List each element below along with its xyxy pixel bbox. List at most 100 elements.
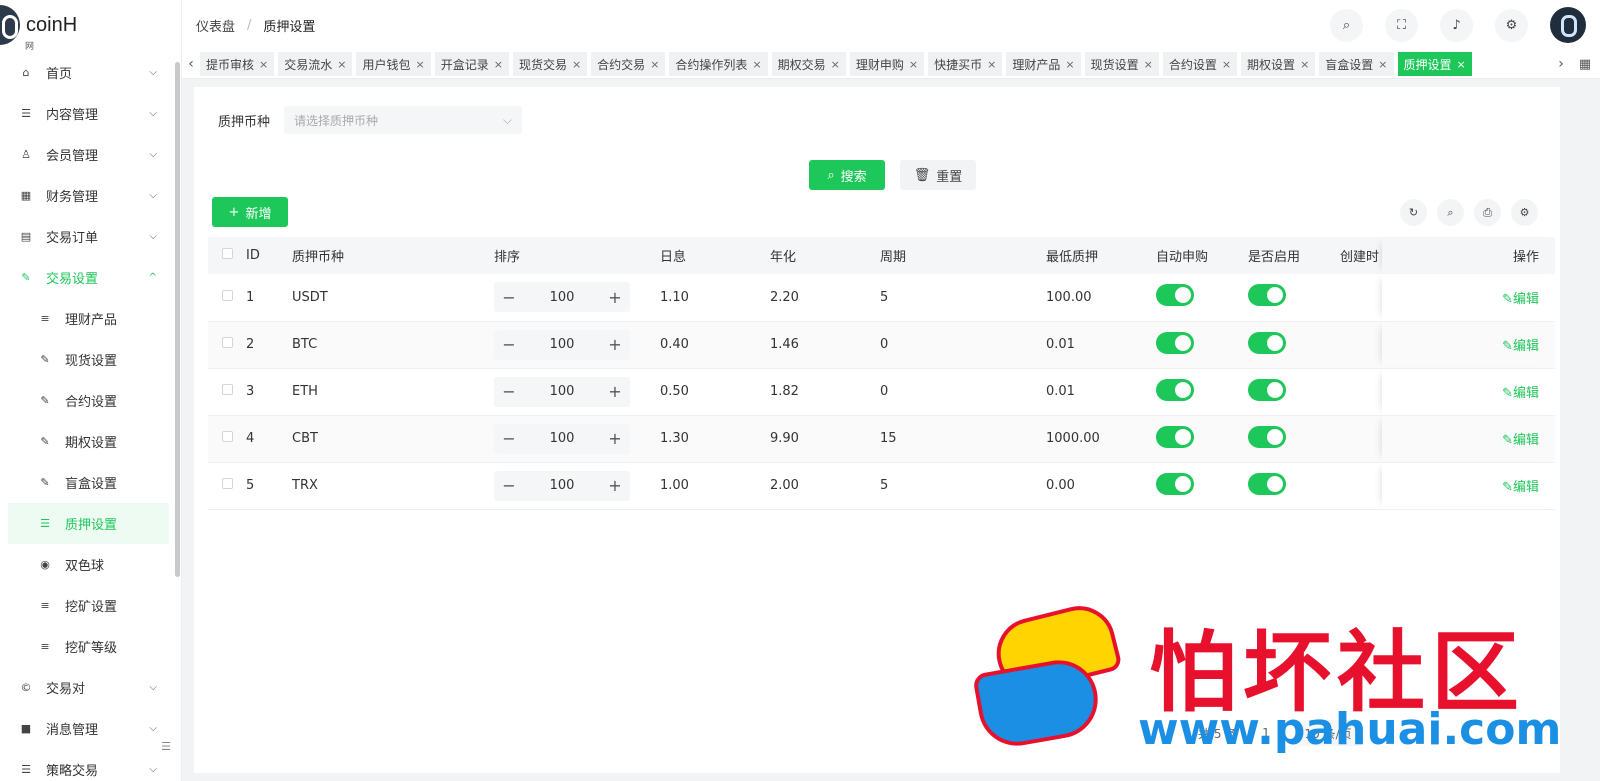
enabled-toggle[interactable] — [1248, 378, 1286, 401]
col-sort[interactable]: 排序 — [494, 237, 660, 274]
breadcrumb-dashboard[interactable]: 仪表盘 — [196, 16, 235, 35]
search-button[interactable]: ⌕ 搜索 — [809, 160, 885, 190]
sidebar-item-members[interactable]: ♙ 会员管理 ⌵ — [0, 134, 181, 175]
tab-item[interactable]: 合约交易 × — [591, 52, 666, 76]
auto-subscribe-toggle[interactable] — [1156, 425, 1194, 448]
tab-item[interactable]: 盲盒设置 × — [1319, 52, 1394, 76]
tabs-scroll-left-icon[interactable]: ‹ — [182, 56, 200, 72]
tab-item[interactable]: 快捷买币 × — [928, 52, 1003, 76]
gear-icon[interactable]: ⚙ — [1511, 199, 1538, 226]
tab-item[interactable]: 现货设置 × — [1084, 52, 1159, 76]
row-checkbox[interactable] — [222, 289, 233, 301]
col-auto[interactable]: 自动申购 — [1156, 237, 1248, 274]
sidebar-subitem-staking[interactable]: ☰ 质押设置 — [8, 503, 169, 544]
gear-icon[interactable]: ⚙ — [1495, 8, 1528, 42]
col-annual[interactable]: 年化 — [770, 237, 880, 274]
add-button[interactable]: + 新增 — [212, 197, 288, 227]
close-icon[interactable]: × — [1222, 58, 1231, 71]
close-icon[interactable]: × — [1378, 58, 1387, 71]
close-icon[interactable]: × — [752, 58, 761, 71]
close-icon[interactable]: × — [572, 58, 581, 71]
minus-icon[interactable]: − — [494, 288, 524, 307]
sort-input[interactable]: 100 — [524, 384, 600, 399]
edit-link[interactable]: ✎编辑 — [1502, 433, 1539, 448]
tab-item[interactable]: 期权设置 × — [1241, 52, 1316, 76]
row-checkbox[interactable] — [222, 431, 233, 442]
avatar[interactable] — [1550, 7, 1586, 43]
plus-icon[interactable]: + — [600, 382, 630, 401]
col-created[interactable]: 创建时 — [1340, 237, 1382, 274]
sidebar-item-finance[interactable]: ▦ 财务管理 ⌵ — [0, 175, 181, 216]
plus-icon[interactable]: + — [600, 476, 630, 495]
minus-icon[interactable]: − — [494, 476, 524, 495]
enabled-toggle[interactable] — [1248, 331, 1286, 354]
row-checkbox[interactable] — [222, 384, 233, 395]
sidebar-subitem-mining[interactable]: ≡ 挖矿设置 — [0, 585, 181, 626]
table-row[interactable]: 2 BTC −100 +0.40 1.46 0 0.01 ✎编辑 — [208, 321, 1555, 369]
col-daily[interactable]: 日息 — [660, 237, 770, 274]
sidebar-item-content[interactable]: ☰ 内容管理 ⌵ — [0, 93, 181, 134]
sidebar-subitem-blindbox[interactable]: ✎ 盲盒设置 — [0, 462, 181, 503]
col-min[interactable]: 最低质押 — [1046, 237, 1156, 274]
pager-page[interactable]: 1 — [1262, 726, 1270, 740]
close-icon[interactable]: × — [337, 58, 346, 71]
sidebar-subitem-lottery[interactable]: ◉ 双色球 — [0, 544, 181, 585]
col-id[interactable]: ID — [246, 237, 292, 274]
col-coin[interactable]: 质押币种 — [292, 237, 494, 274]
enabled-toggle[interactable] — [1248, 425, 1286, 448]
minus-icon[interactable]: − — [494, 335, 524, 354]
row-checkbox[interactable] — [222, 337, 233, 348]
sort-input[interactable]: 100 — [524, 431, 600, 446]
close-icon[interactable]: × — [259, 58, 268, 71]
search-icon[interactable]: ⌕ — [1330, 8, 1363, 42]
plus-icon[interactable]: + — [600, 429, 630, 448]
table-row[interactable]: 5 TRX −100 +1.00 2.00 5 0.00 ✎编辑 — [208, 462, 1555, 510]
refresh-icon[interactable]: ↻ — [1400, 199, 1427, 226]
chevron-left-icon[interactable]: ‹ — [1247, 726, 1252, 740]
page-size-select[interactable]: 10 条/页 — [1294, 720, 1362, 746]
chevron-right-icon[interactable]: › — [1280, 726, 1285, 740]
tab-item[interactable]: 质押设置 × — [1397, 52, 1472, 76]
reset-button[interactable]: 🗑 重置 — [900, 160, 976, 190]
sidebar-subitem-contract[interactable]: ✎ 合约设置 — [0, 380, 181, 421]
close-icon[interactable]: × — [909, 58, 918, 71]
close-icon[interactable]: × — [987, 58, 996, 71]
select-all-checkbox[interactable] — [222, 248, 233, 259]
sort-input[interactable]: 100 — [524, 337, 600, 352]
plus-icon[interactable]: + — [600, 288, 630, 307]
edit-link[interactable]: ✎编辑 — [1502, 480, 1539, 495]
close-icon[interactable]: × — [415, 58, 424, 71]
sidebar-item-messages[interactable]: ■ 消息管理 ⌵ — [0, 708, 181, 749]
sort-input[interactable]: 100 — [524, 289, 600, 305]
brand[interactable]: coinH 网 — [0, 0, 181, 52]
tab-item[interactable]: 合约操作列表 × — [669, 52, 768, 76]
col-period[interactable]: 周期 — [880, 237, 1046, 274]
tab-item[interactable]: 理财产品 × — [1006, 52, 1081, 76]
coin-select[interactable]: 请选择质押币种 ⌵ — [284, 106, 523, 134]
close-icon[interactable]: × — [831, 58, 840, 71]
close-icon[interactable]: × — [1065, 58, 1074, 71]
tabs-scroll-right-icon[interactable]: › — [1552, 56, 1570, 72]
close-icon[interactable]: × — [494, 58, 503, 71]
table-row[interactable]: 4 CBT −100 +1.30 9.90 15 1000.00 ✎编辑 — [208, 415, 1555, 463]
row-checkbox[interactable] — [222, 478, 233, 489]
fullscreen-icon[interactable]: ⛶ — [1385, 8, 1418, 42]
edit-link[interactable]: ✎编辑 — [1502, 386, 1539, 401]
tab-item[interactable]: 期权交易 × — [771, 52, 846, 76]
minus-icon[interactable]: − — [494, 382, 524, 401]
edit-link[interactable]: ✎编辑 — [1502, 339, 1539, 354]
col-enabled[interactable]: 是否启用 — [1248, 237, 1340, 274]
tab-item[interactable]: 用户钱包 × — [356, 52, 431, 76]
tab-item[interactable]: 现货交易 × — [512, 52, 588, 76]
sidebar-item-home[interactable]: ⌂ 首页 ⌵ — [0, 52, 181, 93]
collapse-sidebar-icon[interactable]: ☰ — [161, 740, 171, 753]
table-row[interactable]: 1 USDT −100 +1.10 2.20 5 100.00 ✎编辑 — [208, 274, 1555, 322]
tab-item[interactable]: 交易流水 × — [278, 52, 353, 76]
enabled-toggle[interactable] — [1248, 472, 1286, 495]
auto-subscribe-toggle[interactable] — [1156, 331, 1194, 354]
bell-icon[interactable]: ♪ — [1440, 8, 1473, 42]
sidebar-scrollbar[interactable] — [175, 62, 180, 577]
minus-icon[interactable]: − — [494, 429, 524, 448]
tabs-menu-icon[interactable]: ▦ — [1570, 57, 1600, 72]
plus-icon[interactable]: + — [600, 335, 630, 354]
